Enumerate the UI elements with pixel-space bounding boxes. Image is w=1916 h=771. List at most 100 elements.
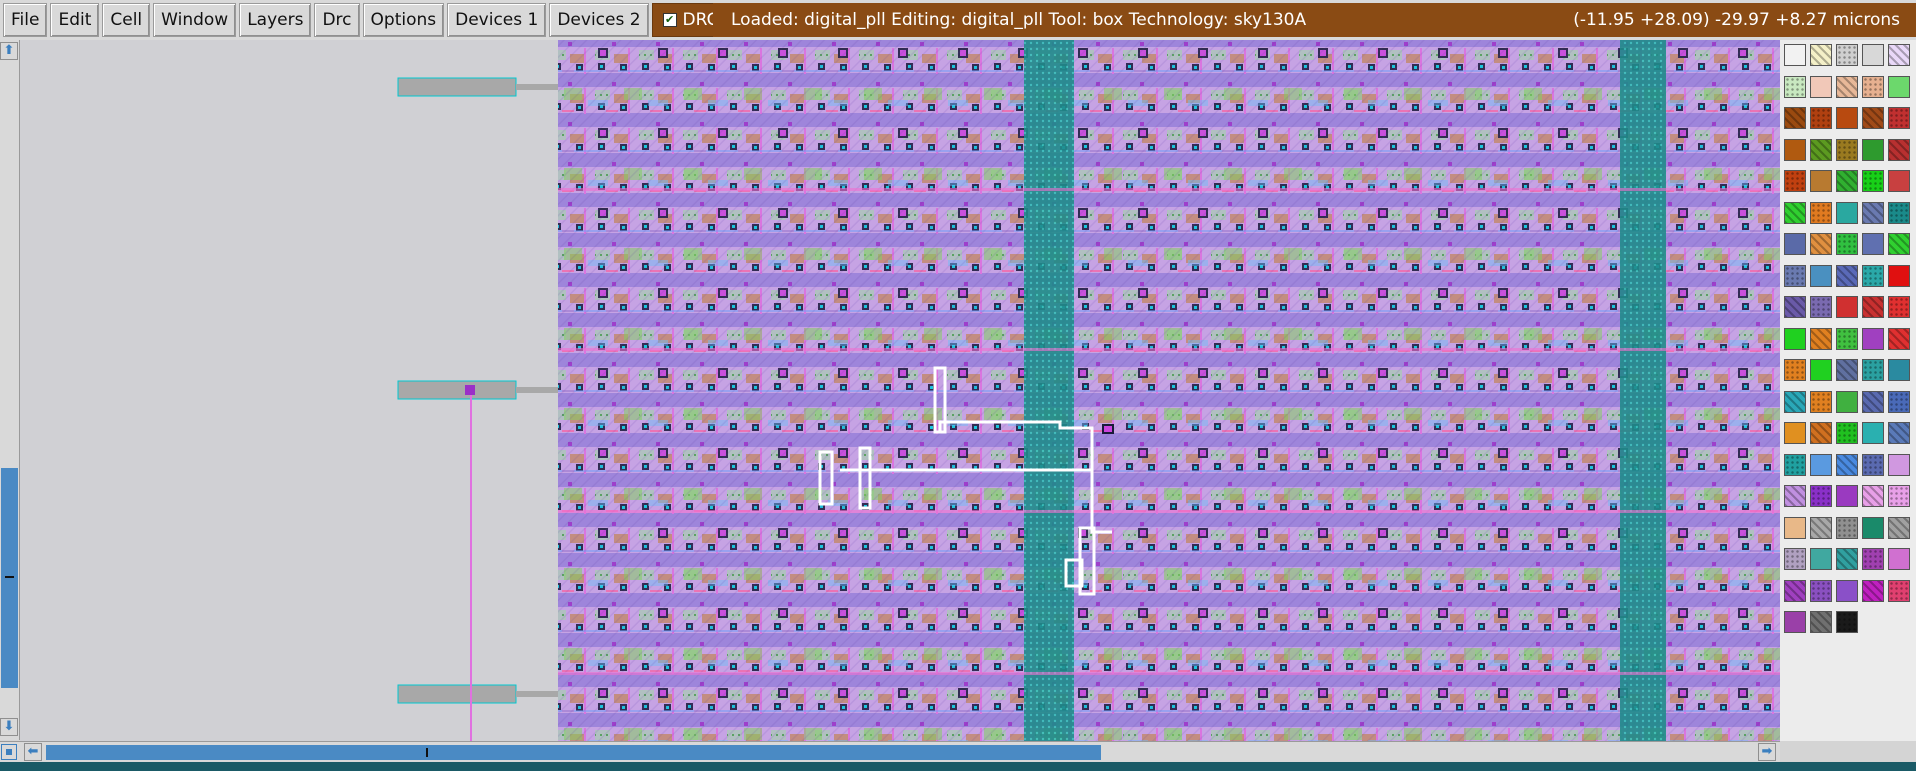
layer-swatch[interactable] [1810, 485, 1832, 507]
layer-swatch[interactable] [1836, 579, 1858, 602]
layer-swatch[interactable] [1836, 611, 1858, 633]
layer-swatch[interactable] [1784, 138, 1806, 161]
layer-swatch[interactable] [1810, 138, 1832, 161]
layer-swatch[interactable] [1784, 107, 1806, 129]
layer-swatch[interactable] [1862, 516, 1884, 539]
layer-swatch[interactable] [1784, 296, 1806, 318]
menu-devices-1[interactable]: Devices 1 [447, 3, 547, 37]
layer-swatch[interactable] [1888, 296, 1910, 318]
layer-swatch[interactable] [1862, 579, 1884, 602]
layer-swatch[interactable] [1810, 170, 1832, 192]
layout-view[interactable] [20, 40, 1780, 741]
layer-swatch[interactable] [1836, 107, 1858, 129]
layer-swatch[interactable] [1810, 296, 1832, 318]
vertical-scrollbar[interactable]: ⬆ ⬇ [0, 40, 20, 740]
layer-swatch[interactable] [1862, 390, 1884, 413]
layer-swatch[interactable] [1862, 44, 1884, 66]
layer-swatch[interactable] [1836, 44, 1858, 66]
layer-swatch[interactable] [1784, 485, 1806, 507]
layer-swatch[interactable] [1810, 579, 1832, 602]
layer-swatch[interactable] [1836, 485, 1858, 507]
layer-swatch[interactable] [1888, 201, 1910, 224]
horizontal-scrollbar[interactable]: ⬅ ➡ [0, 741, 1780, 762]
layer-swatch[interactable] [1836, 233, 1858, 255]
layer-swatch[interactable] [1888, 516, 1910, 539]
layer-swatch[interactable] [1836, 296, 1858, 318]
layer-swatch[interactable] [1784, 390, 1806, 413]
layer-swatch[interactable] [1784, 453, 1806, 476]
layer-swatch[interactable] [1784, 327, 1806, 350]
layer-swatch[interactable] [1836, 453, 1858, 476]
layer-swatch[interactable] [1784, 170, 1806, 192]
layer-swatch[interactable] [1810, 75, 1832, 98]
layer-swatch[interactable] [1784, 516, 1806, 539]
layer-swatch[interactable] [1836, 170, 1858, 192]
layer-swatch[interactable] [1784, 264, 1806, 287]
layer-swatch[interactable] [1862, 548, 1884, 570]
layer-swatch[interactable] [1836, 359, 1858, 381]
layer-swatch[interactable] [1810, 611, 1832, 633]
layer-swatch[interactable] [1888, 75, 1910, 98]
menu-edit[interactable]: Edit [50, 3, 100, 37]
layer-swatch[interactable] [1836, 201, 1858, 224]
vertical-scroll-thumb[interactable] [1, 468, 18, 688]
layer-swatch[interactable] [1810, 107, 1832, 129]
arrow-left-icon[interactable]: ⬅ [24, 743, 42, 761]
layer-swatch[interactable] [1888, 548, 1910, 570]
layer-swatch[interactable] [1784, 44, 1806, 66]
layer-swatch[interactable] [1784, 359, 1806, 381]
menu-window[interactable]: Window [153, 3, 237, 37]
layer-swatch[interactable] [1862, 359, 1884, 381]
arrow-up-icon[interactable]: ⬆ [0, 42, 18, 60]
layer-swatch[interactable] [1888, 359, 1910, 381]
layer-swatch[interactable] [1784, 548, 1806, 570]
layer-swatch[interactable] [1862, 233, 1884, 255]
layer-swatch[interactable] [1888, 264, 1910, 287]
layer-swatch[interactable] [1784, 422, 1806, 444]
layer-swatch[interactable] [1888, 107, 1910, 129]
layer-swatch[interactable] [1862, 327, 1884, 350]
layer-swatch[interactable] [1862, 453, 1884, 476]
zoom-box-icon[interactable] [1, 744, 17, 760]
layer-swatch[interactable] [1836, 422, 1858, 444]
layer-swatch[interactable] [1836, 75, 1858, 98]
layer-swatch[interactable] [1888, 44, 1910, 66]
layer-swatch[interactable] [1836, 516, 1858, 539]
layer-swatch[interactable] [1810, 453, 1832, 476]
checkbox-checked-icon[interactable]: ✔ [662, 13, 677, 27]
layer-swatch[interactable] [1810, 233, 1832, 255]
arrow-right-icon[interactable]: ➡ [1758, 743, 1776, 761]
layer-swatch[interactable] [1810, 390, 1832, 413]
layer-swatch[interactable] [1888, 233, 1910, 255]
layer-swatch[interactable] [1888, 485, 1910, 507]
layer-swatch[interactable] [1784, 75, 1806, 98]
menu-drc[interactable]: Drc [314, 3, 360, 37]
layer-swatch[interactable] [1810, 44, 1832, 66]
layer-swatch[interactable] [1888, 170, 1910, 192]
layer-swatch[interactable] [1888, 422, 1910, 444]
layer-swatch[interactable] [1862, 422, 1884, 444]
layer-swatch[interactable] [1810, 516, 1832, 539]
layer-swatch[interactable] [1784, 201, 1806, 224]
layer-swatch[interactable] [1862, 107, 1884, 129]
layer-swatch[interactable] [1836, 138, 1858, 161]
layer-swatch[interactable] [1888, 579, 1910, 602]
layer-swatch[interactable] [1862, 264, 1884, 287]
layer-swatch[interactable] [1810, 327, 1832, 350]
menu-options[interactable]: Options [362, 3, 445, 37]
layer-swatch[interactable] [1810, 422, 1832, 444]
menu-cell[interactable]: Cell [102, 3, 151, 37]
layer-swatch[interactable] [1836, 548, 1858, 570]
layer-swatch[interactable] [1810, 359, 1832, 381]
layer-swatch[interactable] [1888, 327, 1910, 350]
layout-canvas[interactable] [20, 40, 1780, 741]
layer-swatch[interactable] [1862, 138, 1884, 161]
layer-swatch[interactable] [1836, 264, 1858, 287]
layer-swatch[interactable] [1810, 548, 1832, 570]
layer-swatch[interactable] [1784, 233, 1806, 255]
arrow-down-icon[interactable]: ⬇ [0, 718, 18, 736]
layer-swatch[interactable] [1888, 138, 1910, 161]
menu-layers[interactable]: Layers [239, 3, 312, 37]
layer-swatch[interactable] [1862, 296, 1884, 318]
layer-swatch[interactable] [1862, 485, 1884, 507]
